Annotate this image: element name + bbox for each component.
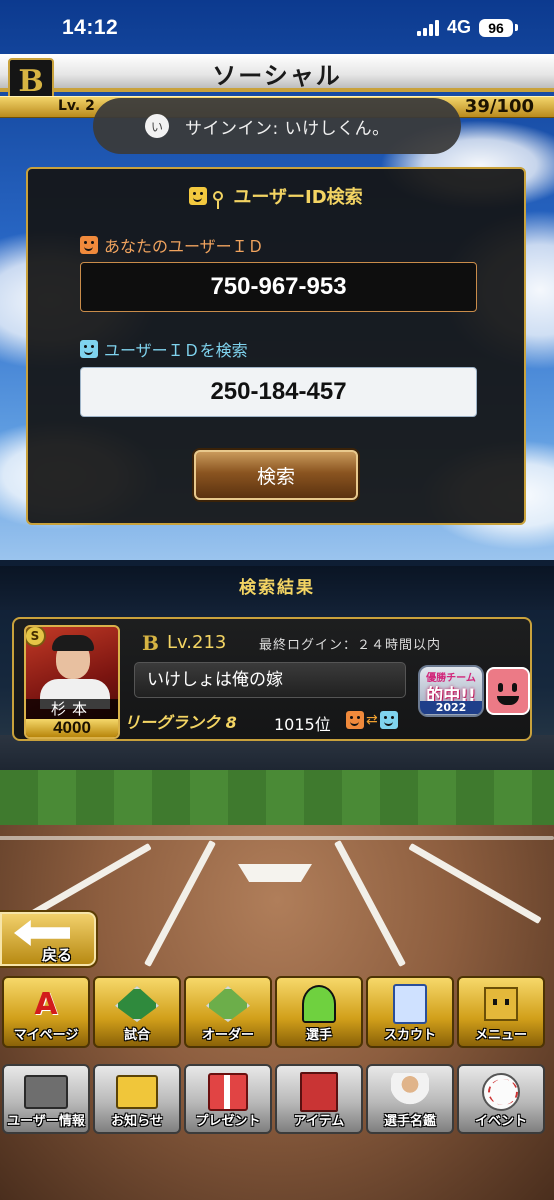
- stadium-stands: [0, 735, 554, 775]
- search-pin-icon: [213, 191, 224, 209]
- menu-label: 試合: [123, 1028, 150, 1043]
- a-icon: A: [34, 986, 58, 1022]
- status-indicators: 4G 96: [416, 17, 518, 38]
- menu-directory-button[interactable]: 選手名鑑: [366, 1064, 454, 1134]
- back-label: 戻る: [42, 946, 73, 964]
- menu-order-button[interactable]: オーダー: [184, 976, 272, 1048]
- menu-event-button[interactable]: イベント: [457, 1064, 545, 1134]
- my-id-display: 750-967-953: [80, 262, 477, 312]
- stamina-counter: 39/100: [464, 96, 534, 117]
- event-ball-icon: [479, 1072, 523, 1112]
- menu-notice-button[interactable]: お知らせ: [93, 1064, 181, 1134]
- friend-face-icon: [80, 340, 98, 358]
- status-time: 14:12: [62, 16, 119, 39]
- outfield-grass: [0, 770, 554, 830]
- player-cap: [52, 635, 94, 651]
- battery-icon: 96: [479, 18, 513, 37]
- search-button[interactable]: 検索: [194, 450, 358, 500]
- menu-player-button[interactable]: 選手: [275, 976, 363, 1048]
- menu-label: オーダー: [201, 1028, 254, 1043]
- rank-position: 1015位: [274, 715, 331, 734]
- search-id-input[interactable]: 250-184-457: [80, 367, 477, 417]
- signin-toast: い サインイン: いけしくん。: [93, 98, 461, 154]
- notice-icon: [115, 1072, 159, 1112]
- chalk-line: [0, 836, 554, 840]
- scout-card-icon: [388, 984, 432, 1024]
- menu-label: アイテム: [293, 1114, 345, 1129]
- menu-label: 選手: [305, 1028, 332, 1043]
- main-menu: A マイページ 試合 オーダー 選手 スカウト メニュー: [0, 976, 554, 1048]
- friend-exchange-icon[interactable]: ⇄: [346, 711, 398, 729]
- menu-item-button[interactable]: アイテム: [275, 1064, 363, 1134]
- back-arrow-icon: [14, 920, 70, 946]
- player-value: 4000: [26, 719, 118, 737]
- menu-scout-button[interactable]: スカウト: [366, 976, 454, 1048]
- user-level: Lv. 2: [58, 98, 95, 114]
- my-face-icon: [80, 236, 98, 254]
- order-icon: [206, 984, 250, 1024]
- item-book-icon: [297, 1072, 341, 1112]
- signal-icon: [416, 19, 439, 36]
- menu-mypage-button[interactable]: A マイページ: [2, 976, 90, 1048]
- panel-title-text: ユーザーID検索: [233, 187, 363, 208]
- menu-label: お知らせ: [111, 1114, 163, 1129]
- my-face-icon: [346, 711, 364, 729]
- badge-line3: 2022: [420, 701, 482, 714]
- player-icon: [297, 984, 341, 1024]
- menu-label: スカウト: [383, 1028, 436, 1043]
- last-login: 最終ログイン：２４時間以内: [259, 638, 442, 653]
- menu-match-button[interactable]: 試合: [93, 976, 181, 1048]
- menu-user-info-button[interactable]: ユーザー情報: [2, 1064, 90, 1134]
- gift-icon: [206, 1072, 250, 1112]
- menu-box-icon: [479, 984, 523, 1024]
- menu-label: マイページ: [13, 1028, 79, 1043]
- menu-label: 選手名鑑: [383, 1114, 436, 1129]
- swap-arrow-icon: ⇄: [366, 712, 378, 728]
- user-id-search-panel: ユーザーID検索 あなたのユーザーＩＤ 750-967-953 ユーザーＩＤを検…: [26, 167, 526, 525]
- sub-menu: ユーザー情報 お知らせ プレゼント アイテム 選手名鑑 イベント: [0, 1064, 554, 1134]
- league-rank: リーグランク 8: [124, 713, 237, 732]
- menu-label: ユーザー情報: [7, 1114, 85, 1129]
- panel-title: ユーザーID検索: [28, 183, 524, 209]
- stadium-icon: [115, 984, 159, 1024]
- menu-present-button[interactable]: プレゼント: [184, 1064, 272, 1134]
- player-directory-icon: [388, 1072, 432, 1112]
- team-logo-icon: B: [142, 631, 159, 655]
- result-level: Lv.213: [167, 632, 227, 653]
- smile-face-icon: [189, 187, 208, 205]
- menu-menu-button[interactable]: メニュー: [457, 976, 545, 1048]
- menu-label: プレゼント: [195, 1114, 261, 1129]
- menu-label: イベント: [474, 1114, 527, 1129]
- page-title: ソーシャル: [212, 62, 342, 90]
- user-info-icon: [24, 1072, 68, 1112]
- search-id-label: ユーザーＩＤを検索: [80, 337, 248, 361]
- status-bar: 14:12 4G 96: [0, 0, 554, 56]
- user-message: いけしょは俺の嫁: [134, 662, 406, 698]
- my-id-label: あなたのユーザーＩＤ: [80, 233, 264, 257]
- search-result-card[interactable]: S 杉本 4000 B Lv.213 最終ログイン：２４時間以内 いけしょは俺の…: [12, 617, 532, 741]
- menu-label: メニュー: [474, 1028, 527, 1043]
- rarity-badge: S: [26, 627, 46, 647]
- home-plate: [238, 864, 312, 882]
- my-id-label-text: あなたのユーザーＩＤ: [104, 237, 264, 256]
- battery-cap: [515, 24, 518, 31]
- back-button[interactable]: 戻る: [0, 910, 98, 968]
- toast-text: サインイン: いけしくん。: [185, 118, 390, 139]
- network-type: 4G: [446, 17, 471, 37]
- account-avatar-icon: い: [145, 114, 169, 138]
- winning-team-badge: 優勝チーム 的中!! 2022: [418, 665, 484, 717]
- team-logo-letter: B: [18, 63, 44, 99]
- results-header: 検索結果: [0, 566, 554, 610]
- search-id-label-text: ユーザーＩＤを検索: [104, 341, 248, 360]
- player-name: 杉本: [26, 699, 118, 719]
- friend-face-icon: [379, 711, 398, 729]
- player-portrait: S 杉本 4000: [24, 625, 120, 739]
- user-avatar-face-icon: [486, 667, 530, 715]
